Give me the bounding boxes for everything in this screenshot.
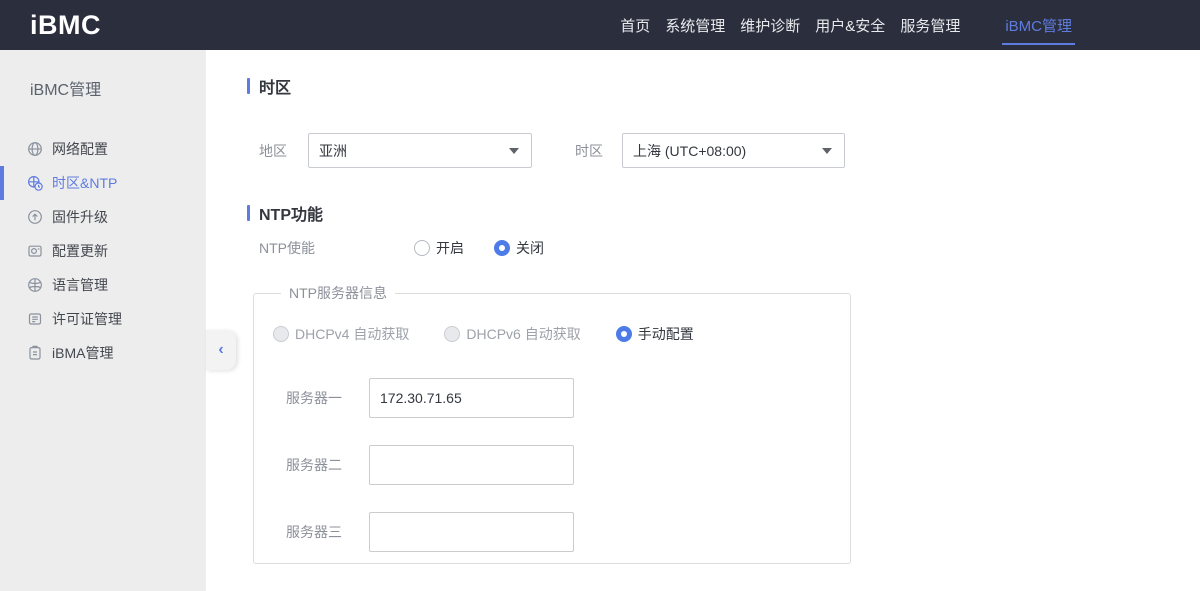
server-two-row: 服务器二 xyxy=(286,445,850,485)
chevron-down-icon xyxy=(822,148,832,154)
firmware-upgrade-icon xyxy=(27,209,43,225)
sidebar-item-ibma-management[interactable]: iBMA管理 xyxy=(0,336,206,370)
radio-circle xyxy=(273,326,289,342)
main-content: 时区 地区 亚洲 时区 上海 (UTC+08:00) NTP功能 NTP使能 开… xyxy=(206,50,1200,591)
app-logo: iBMC xyxy=(30,9,101,40)
radio-label: DHCPv6 自动获取 xyxy=(466,326,581,342)
sidebar-item-timezone-ntp[interactable]: 时区&NTP xyxy=(0,166,206,200)
manual-config-radio[interactable]: 手动配置 xyxy=(615,324,694,344)
dhcpv4-auto-radio[interactable]: DHCPv4 自动获取 xyxy=(273,324,409,344)
ntp-enable-off-radio[interactable]: 关闭 xyxy=(494,238,544,258)
sidebar-item-network-config[interactable]: 网络配置 xyxy=(0,132,206,166)
chevron-down-icon xyxy=(509,148,519,154)
license-icon xyxy=(27,311,43,327)
radio-label: 关闭 xyxy=(516,240,544,256)
sidebar-item-label: 配置更新 xyxy=(52,243,108,259)
timezone-clock-icon xyxy=(27,175,43,191)
language-icon xyxy=(27,277,43,293)
server-one-label: 服务器一 xyxy=(286,390,342,406)
sidebar-item-label: 固件升级 xyxy=(52,209,108,225)
nav-item-system[interactable]: 系统管理 xyxy=(665,0,725,50)
timezone-section-header: 时区 xyxy=(247,77,1200,97)
nav-item-services[interactable]: 服务管理 xyxy=(900,0,960,50)
radio-circle xyxy=(615,326,632,342)
config-update-icon xyxy=(27,243,43,259)
ntp-section-title: NTP功能 xyxy=(259,206,324,224)
section-accent-bar xyxy=(247,77,250,94)
ntp-server-group: NTP服务器信息 DHCPv4 自动获取 DHCPv6 自动获取 手动配置 服务… xyxy=(253,283,851,564)
server-one-row: 服务器一 xyxy=(286,378,850,418)
radio-label: 手动配置 xyxy=(637,326,694,342)
server-three-row: 服务器三 xyxy=(286,512,850,552)
ntp-enable-on-radio[interactable]: 开启 xyxy=(414,238,464,258)
sidebar-item-label: 网络配置 xyxy=(52,141,108,157)
nav-item-ibmc-management[interactable]: iBMC管理 xyxy=(1002,0,1075,50)
radio-circle xyxy=(494,240,510,256)
sidebar-item-label: 许可证管理 xyxy=(52,311,122,327)
radio-circle xyxy=(444,326,461,342)
radio-circle xyxy=(414,240,430,256)
server-two-input[interactable] xyxy=(369,445,574,485)
sidebar-item-label: 语言管理 xyxy=(52,277,108,293)
section-accent-bar xyxy=(247,204,250,221)
sidebar-item-config-update[interactable]: 配置更新 xyxy=(0,234,206,268)
server-three-label: 服务器三 xyxy=(286,524,342,540)
top-nav: 首页 系统管理 维护诊断 用户&安全 服务管理 iBMC管理 xyxy=(605,0,1075,50)
ntp-mode-row: DHCPv4 自动获取 DHCPv6 自动获取 手动配置 xyxy=(273,324,850,344)
sidebar-item-firmware-upgrade[interactable]: 固件升级 xyxy=(0,200,206,234)
top-header: iBMC 首页 系统管理 维护诊断 用户&安全 服务管理 iBMC管理 xyxy=(0,0,1200,50)
timezone-select[interactable]: 上海 (UTC+08:00) xyxy=(622,133,845,168)
server-one-input[interactable] xyxy=(369,378,574,418)
radio-label: DHCPv4 自动获取 xyxy=(295,326,410,342)
region-select[interactable]: 亚洲 xyxy=(308,133,532,168)
sidebar-item-language-management[interactable]: 语言管理 xyxy=(0,268,206,302)
sidebar-item-label: iBMA管理 xyxy=(52,345,114,361)
sidebar-menu: 网络配置 时区&NTP 固件升级 配置更新 语言管理 许可证管理 iBMA管理 xyxy=(0,132,206,370)
sidebar-collapse-button[interactable]: ‹ xyxy=(206,330,236,370)
region-label: 地区 xyxy=(259,142,287,159)
ntp-enable-row: NTP使能 开启 关闭 xyxy=(247,240,1200,256)
timezone-label: 时区 xyxy=(575,142,603,159)
dhcpv6-auto-radio[interactable]: DHCPv6 自动获取 xyxy=(444,324,581,344)
nav-item-user-security[interactable]: 用户&安全 xyxy=(815,0,885,50)
network-globe-icon xyxy=(27,141,43,157)
ntp-server-group-legend: NTP服务器信息 xyxy=(289,285,387,301)
nav-item-maintenance[interactable]: 维护诊断 xyxy=(740,0,800,50)
ntp-section-header: NTP功能 xyxy=(247,204,1200,224)
server-two-label: 服务器二 xyxy=(286,457,342,473)
chevron-left-icon: ‹ xyxy=(218,341,224,358)
sidebar-item-label: 时区&NTP xyxy=(52,175,118,191)
nav-item-home[interactable]: 首页 xyxy=(620,0,650,50)
ibma-clipboard-icon xyxy=(27,345,43,361)
timezone-select-value: 上海 (UTC+08:00) xyxy=(633,142,747,159)
ntp-enable-label: NTP使能 xyxy=(259,240,315,256)
server-three-input[interactable] xyxy=(369,512,574,552)
sidebar-title: iBMC管理 xyxy=(30,82,102,99)
sidebar-item-license-management[interactable]: 许可证管理 xyxy=(0,302,206,336)
timezone-form-row: 地区 亚洲 时区 上海 (UTC+08:00) xyxy=(247,133,1200,168)
sidebar: iBMC管理 网络配置 时区&NTP 固件升级 配置更新 语言管理 许可证管理 … xyxy=(0,50,206,591)
timezone-section-title: 时区 xyxy=(259,79,292,97)
region-select-value: 亚洲 xyxy=(319,142,347,159)
radio-label: 开启 xyxy=(436,240,464,256)
